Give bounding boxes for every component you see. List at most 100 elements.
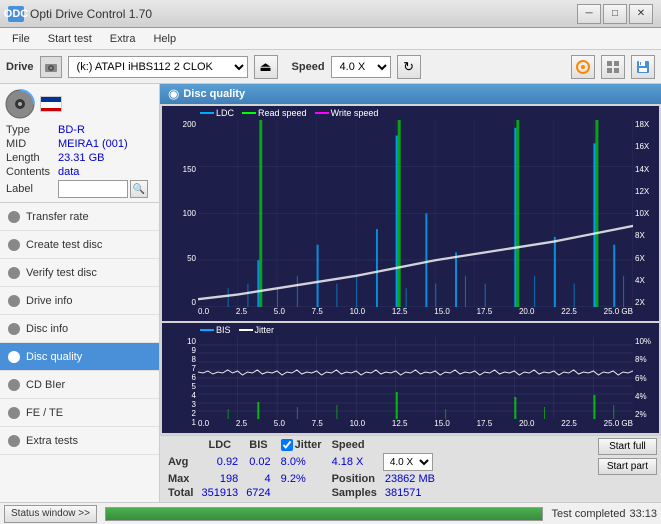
start-part-button[interactable]: Start part — [598, 458, 657, 475]
status-window-button[interactable]: Status window >> — [4, 505, 97, 523]
sidebar: Type BD-R MID MEIRA1 (001) Length 23.31 … — [0, 84, 160, 502]
app-title: Opti Drive Control 1.70 — [30, 7, 152, 21]
menu-start-test[interactable]: Start test — [40, 31, 100, 47]
legend-write-speed: Write speed — [315, 108, 379, 118]
nav-verify-test-disc[interactable]: Verify test disc — [0, 259, 159, 287]
menu-help[interactable]: Help — [145, 31, 184, 47]
disc-mid-row: MID MEIRA1 (001) — [6, 138, 155, 150]
drive-select[interactable]: (k:) ATAPI iHBS112 2 CLOK — [68, 56, 248, 78]
total-label: Total — [164, 486, 197, 500]
jitter-label: Jitter — [295, 439, 322, 451]
total-ldc: 351913 — [197, 486, 242, 500]
disc-info-panel: Type BD-R MID MEIRA1 (001) Length 23.31 … — [0, 84, 159, 203]
nav-icon-fete — [8, 407, 20, 419]
y-right-18x: 18X — [635, 120, 657, 129]
top-chart-svg — [198, 120, 633, 307]
position-value: 23862 MB — [381, 472, 439, 486]
titlebar-left: ODC Opti Drive Control 1.70 — [8, 6, 152, 22]
nav-create-test-disc[interactable]: Create test disc — [0, 231, 159, 259]
y-right-10x: 10X — [635, 209, 657, 218]
bx-100: 10.0 — [350, 419, 366, 433]
speed-val: 4.18 X — [328, 452, 381, 472]
nav-icon-extra — [8, 435, 20, 447]
disc-contents-row: Contents data — [6, 166, 155, 178]
avg-ldc: 0.92 — [197, 452, 242, 472]
by-right-6p: 6% — [635, 374, 657, 383]
by-right-4p: 4% — [635, 392, 657, 401]
stats-header-speed: Speed — [328, 438, 381, 452]
nav-extra-tests[interactable]: Extra tests — [0, 427, 159, 455]
label-input[interactable] — [58, 180, 128, 198]
y-right-4x: 4X — [635, 276, 657, 285]
top-chart-legend: LDC Read speed Write speed — [200, 108, 378, 118]
nav-drive-info[interactable]: Drive info — [0, 287, 159, 315]
bx-225: 22.5 — [561, 419, 577, 433]
nav-disc-info[interactable]: Disc info — [0, 315, 159, 343]
start-full-button[interactable]: Start full — [598, 438, 657, 455]
disc-flag — [40, 96, 62, 112]
bx-50: 5.0 — [274, 419, 285, 433]
top-chart-y-right: 18X 16X 14X 12X 10X 8X 6X 4X 2X — [633, 120, 659, 307]
minimize-button[interactable]: ─ — [577, 4, 601, 24]
nav-disc-quality[interactable]: Disc quality — [0, 343, 159, 371]
by-6: 6 — [164, 373, 196, 382]
save-button[interactable] — [631, 55, 655, 79]
maximize-button[interactable]: □ — [603, 4, 627, 24]
jitter-checkbox[interactable] — [281, 439, 293, 451]
by-right-8p: 8% — [635, 355, 657, 364]
drive-icon-img — [40, 56, 62, 78]
bx-200: 20.0 — [519, 419, 535, 433]
refresh-button[interactable]: ↻ — [397, 55, 421, 79]
disc-info-header — [4, 88, 155, 120]
disc-type-row: Type BD-R — [6, 124, 155, 136]
eject-button[interactable]: ⏏ — [254, 55, 278, 79]
y-right-6x: 6X — [635, 254, 657, 263]
tools-button[interactable] — [601, 55, 625, 79]
speed-label: Speed — [292, 61, 325, 73]
nav-items: Transfer rate Create test disc Verify te… — [0, 203, 159, 502]
x-225: 22.5 — [561, 307, 577, 321]
speed-select-stats[interactable]: 4.0 X — [383, 453, 433, 471]
bx-0: 0.0 — [198, 419, 209, 433]
label-search-button[interactable]: 🔍 — [130, 180, 148, 198]
max-ldc: 198 — [197, 472, 242, 486]
by-right-10p: 10% — [635, 337, 657, 346]
disc-icon — [4, 88, 36, 120]
nav-icon-transfer — [8, 211, 20, 223]
y-label-100: 100 — [164, 209, 196, 218]
speed-select[interactable]: 4.0 X — [331, 56, 391, 78]
nav-transfer-rate[interactable]: Transfer rate — [0, 203, 159, 231]
nav-cd-bier[interactable]: CD BIer — [0, 371, 159, 399]
y-label-150: 150 — [164, 165, 196, 174]
disc-info-rows: Type BD-R MID MEIRA1 (001) Length 23.31 … — [4, 124, 155, 198]
close-button[interactable]: ✕ — [629, 4, 653, 24]
x-50: 5.0 — [274, 307, 285, 321]
length-value: 23.31 GB — [58, 152, 104, 164]
disc-label-row: Label 🔍 — [6, 180, 155, 198]
legend-bis-color — [200, 329, 214, 331]
label-label: Label — [6, 183, 58, 195]
by-1: 1 — [164, 418, 196, 427]
content-area: ◉ Disc quality LDC Read speed — [160, 84, 661, 502]
y-label-0: 0 — [164, 298, 196, 307]
y-right-16x: 16X — [635, 142, 657, 151]
by-4: 4 — [164, 391, 196, 400]
menubar: File Start test Extra Help — [0, 28, 661, 50]
burn-button[interactable] — [571, 55, 595, 79]
x-250: 25.0 GB — [604, 307, 633, 321]
legend-ldc: LDC — [200, 108, 234, 118]
menu-file[interactable]: File — [4, 31, 38, 47]
status-bar: Status window >> Test completed 33:13 — [0, 502, 661, 524]
by-10: 10 — [164, 337, 196, 346]
menu-extra[interactable]: Extra — [102, 31, 144, 47]
titlebar-controls: ─ □ ✕ — [577, 4, 653, 24]
progress-bar-container — [105, 507, 544, 521]
toolbar: Drive (k:) ATAPI iHBS112 2 CLOK ⏏ Speed … — [0, 50, 661, 84]
legend-ldc-color — [200, 112, 214, 114]
bx-150: 15.0 — [434, 419, 450, 433]
y-label-50: 50 — [164, 254, 196, 263]
drive-icon — [40, 56, 62, 78]
nav-icon-quality — [8, 351, 20, 363]
nav-fe-te[interactable]: FE / TE — [0, 399, 159, 427]
legend-bis-label: BIS — [216, 325, 231, 335]
